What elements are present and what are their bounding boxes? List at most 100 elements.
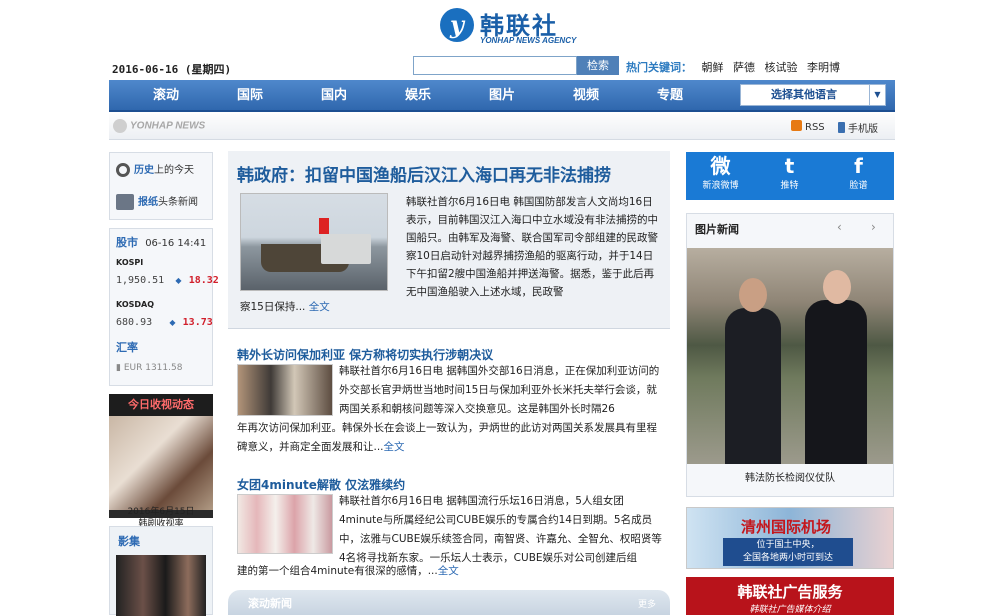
newspaper-headlines-link[interactable]: 报纸头条新闻: [116, 193, 198, 210]
fx-label: 汇率: [116, 341, 138, 354]
news-body: 韩联社首尔6月16日电 据韩国流行乐坛16日消息，5人组女团4minute与所属…: [339, 495, 662, 564]
star-caption-line1: 2016年6月15日: [127, 507, 195, 517]
news-item: 韩外长访问保加利亚 保方称将切实执行涉朝决议 韩联社首尔6月16日电 据韩国外交…: [237, 344, 667, 454]
scroll-news-header: 滚动新闻 更多: [228, 590, 670, 615]
mobile-label: 手机版: [848, 124, 878, 135]
weibo-link[interactable]: 微 新浪微博: [686, 152, 755, 200]
social-bar: 微 新浪微博 t 推特 f 脸谱: [686, 152, 894, 200]
news-photo[interactable]: [237, 494, 333, 554]
scroll-news-more-link[interactable]: 更多: [638, 597, 656, 610]
index-value: 1,950.51: [116, 275, 165, 286]
search-button[interactable]: 检索: [577, 56, 619, 75]
papers-label: 头条新闻: [158, 197, 198, 208]
rss-icon: [791, 120, 802, 131]
papers-label-bold: 报纸: [138, 197, 158, 208]
news-body: 韩联社首尔6月16日电 据韩国外交部16日消息，正在保加利亚访问的外交部长官尹炳…: [339, 365, 660, 415]
twitter-label: 推特: [780, 181, 799, 191]
nav-item-domestic[interactable]: 国内: [321, 80, 347, 112]
facebook-link[interactable]: f 脸谱: [824, 152, 893, 200]
nav-item-photos[interactable]: 图片: [489, 80, 515, 112]
sidebar-links-box: 历史上的今天 报纸头条新闻: [109, 152, 213, 220]
mobile-version-link[interactable]: 手机版: [838, 120, 878, 135]
star-panel[interactable]: 今日收视动态 2016年6月15日 韩剧收视率: [109, 394, 213, 529]
market-box: 股市 06-16 14:41 KOSPI 1,950.51 ◆ 18.32 KO…: [109, 228, 219, 386]
hot-keyword-link[interactable]: 朝鲜: [702, 61, 724, 74]
news-tail-text: 建的第一个组合4minute有很深的感情，...: [237, 565, 438, 577]
hot-keyword-link[interactable]: 李明博: [807, 61, 840, 74]
search-input[interactable]: [413, 56, 577, 75]
boat-shape: [321, 234, 371, 264]
lead-title[interactable]: 韩政府：扣留中国渔船后汉江入海口再无非法捕捞: [237, 161, 611, 186]
airport-ad-line2: 全国各地两小时可到达: [742, 553, 833, 563]
chevron-down-icon: ▼: [869, 85, 885, 105]
airport-ad[interactable]: 清州国际机场 位于国土中央， 全国各地两小时可到达: [686, 507, 894, 569]
current-date: 2016-06-16 (星期四): [112, 63, 232, 76]
index-change: 13.73: [182, 317, 213, 328]
chevron-right-icon[interactable]: ›: [871, 220, 876, 234]
site-logo[interactable]: y 韩联社 YONHAP NEWS AGENCY: [440, 6, 577, 48]
change-arrow-icon: ◆: [175, 276, 182, 285]
lead-tail: 察15日保持... 全文: [240, 299, 660, 314]
nav-item-international[interactable]: 国际: [237, 80, 263, 112]
ad-service-subtitle: 韩联社广告媒体介绍: [749, 605, 831, 615]
index-name: KOSDAQ: [116, 300, 155, 309]
sub-logo-text: YONHAP NEWS: [130, 120, 206, 132]
lead-tail-text: 察15日保持...: [240, 301, 306, 313]
language-select[interactable]: 选择其他语言 ▼: [740, 84, 886, 106]
nav-item-entertainment[interactable]: 娱乐: [405, 80, 431, 112]
photo-news-panel: 图片新闻 ‹ › 韩法防长检阅仪仗队: [686, 213, 894, 497]
hot-keywords-label: 热门关键词：: [626, 61, 692, 74]
news-photo[interactable]: [237, 364, 333, 416]
nav-item-video[interactable]: 视频: [573, 80, 599, 112]
scroll-news-title: 滚动新闻: [248, 597, 292, 610]
rss-label: RSS: [805, 122, 825, 133]
news-title[interactable]: 韩外长访问保加利亚 保方称将切实执行涉朝决议: [237, 348, 493, 362]
news-more-link[interactable]: 全文: [384, 441, 405, 453]
history-today-link[interactable]: 历史上的今天: [116, 161, 194, 177]
star-photo: 2016年6月15日 韩剧收视率: [109, 416, 213, 529]
hot-keywords: 热门关键词： 朝鲜 萨德 核试验 李明博: [626, 59, 840, 75]
language-select-label: 选择其他语言: [771, 88, 837, 101]
gallery-panel[interactable]: 影集: [109, 526, 213, 616]
index-value: 680.93: [116, 317, 153, 328]
hot-keyword-link[interactable]: 萨德: [733, 61, 755, 74]
lead-body: 韩联社首尔6月16日电 韩国国防部发言人文尚均16日表示，目前韩国汉江入海口中立…: [406, 196, 658, 298]
hot-keyword-link[interactable]: 核试验: [765, 61, 798, 74]
sub-logo: YONHAP NEWS: [113, 119, 205, 133]
index-name: KOSPI: [116, 258, 144, 267]
news-tail-text: 年再次访问保加利亚。韩保外长在会谈上一致认为，尹炳世的此访对两国关系发展具有里程…: [237, 422, 657, 453]
news-item: 女团4minute解散 仅泫雅续约 韩联社首尔6月16日电 据韩国流行乐坛16日…: [237, 474, 667, 584]
nav-item-specials[interactable]: 专题: [657, 80, 683, 112]
gallery-photo: [116, 555, 206, 616]
twitter-icon: t: [784, 154, 795, 178]
twitter-link[interactable]: t 推特: [755, 152, 824, 200]
photo-news-image[interactable]: [687, 248, 893, 464]
lead-more-link[interactable]: 全文: [309, 301, 330, 313]
chevron-left-icon[interactable]: ‹: [837, 220, 842, 234]
lead-photo[interactable]: [240, 193, 388, 291]
airport-ad-line1: 位于国土中央，: [756, 540, 820, 550]
news-title[interactable]: 女团4minute解散 仅泫雅续约: [237, 478, 405, 492]
photo-news-caption[interactable]: 韩法防长检阅仪仗队: [687, 469, 893, 484]
rss-link[interactable]: RSS: [791, 120, 825, 133]
star-panel-title: 今日收视动态: [109, 394, 213, 416]
nav-item-rolling[interactable]: 滚动: [153, 80, 179, 112]
ad-service-banner[interactable]: 韩联社广告服务 韩联社广告媒体介绍: [686, 577, 894, 615]
news-more-link[interactable]: 全文: [438, 565, 459, 577]
change-arrow-icon: ◆: [169, 318, 176, 327]
flag-shape: [319, 218, 329, 234]
history-label-bold: 历史: [134, 165, 154, 176]
weibo-label: 新浪微博: [702, 181, 739, 191]
stock-label: 股市: [116, 236, 138, 249]
news-tail: 建的第一个组合4minute有很深的感情，...全文: [237, 562, 667, 581]
phone-icon: [838, 122, 845, 133]
person-shape: [805, 300, 867, 464]
facebook-label: 脸谱: [849, 181, 868, 191]
lead-story: 韩政府：扣留中国渔船后汉江入海口再无非法捕捞 韩联社首尔6月16日电 韩国国防部…: [228, 151, 670, 329]
sub-bar: YONHAP NEWS RSS 手机版: [109, 114, 895, 140]
ad-service-title: 韩联社广告服务: [737, 583, 843, 601]
index-change: 18.32: [188, 275, 219, 286]
person-shape: [725, 308, 781, 464]
newspaper-icon: [116, 194, 134, 210]
logo-name-en: YONHAP NEWS AGENCY: [480, 36, 577, 45]
